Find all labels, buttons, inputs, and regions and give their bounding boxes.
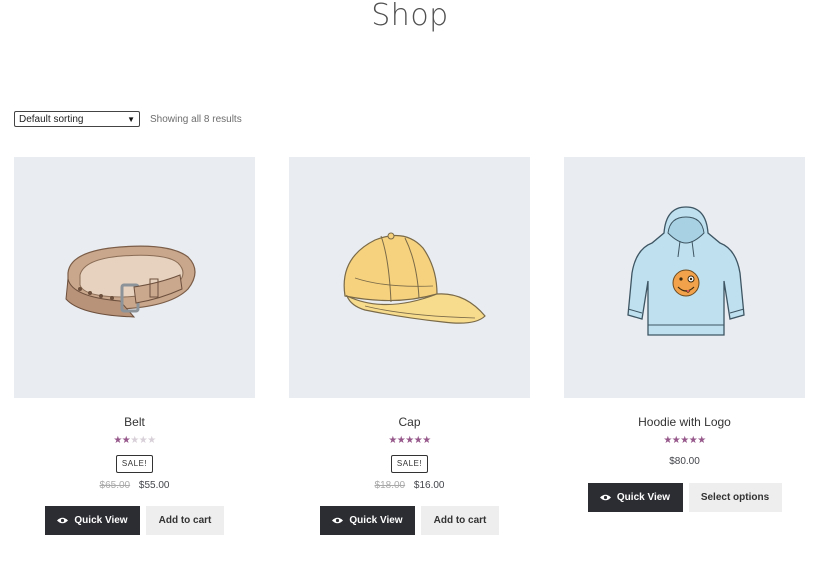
old-price: $18.00 [374, 480, 406, 491]
product-card-belt: Belt ★★★★★ SALE! $65.00 $55.00 Quick Vie… [14, 157, 255, 535]
star-rating: ★★★★★ [564, 435, 805, 447]
star-filled-icon: ★ [388, 435, 397, 446]
star-filled-icon: ★ [697, 435, 706, 446]
star-empty-icon: ★ [138, 435, 148, 446]
sale-price: $55.00 [138, 480, 170, 491]
add-to-cart-button[interactable]: Add to cart [421, 506, 499, 535]
product-price: $80.00 [564, 456, 805, 468]
product-price: $18.00 $16.00 [289, 480, 530, 492]
quick-view-label: Quick View [349, 515, 403, 526]
cap-image [343, 232, 486, 324]
star-filled-icon: ★ [422, 435, 431, 446]
star-filled-icon: ★ [413, 435, 423, 446]
star-filled-icon: ★ [396, 435, 406, 446]
sort-select-value: Default sorting [19, 113, 84, 125]
product-image-hoodie[interactable] [564, 157, 805, 398]
sale-badge: SALE! [390, 455, 429, 473]
star-filled-icon: ★ [680, 435, 689, 446]
product-image-cap[interactable] [289, 157, 530, 398]
star-filled-icon: ★ [663, 435, 672, 446]
star-filled-icon: ★ [121, 435, 131, 446]
product-title[interactable]: Hoodie with Logo [564, 415, 805, 429]
regular-price: $80.00 [669, 456, 700, 467]
old-price: $65.00 [99, 480, 131, 491]
result-count: Showing all 8 results [150, 113, 242, 125]
hoodie-image [626, 205, 745, 336]
star-filled-icon: ★ [688, 435, 698, 446]
product-image-belt[interactable] [14, 157, 255, 398]
page-title: Shop [371, 0, 449, 33]
product-price: $65.00 $55.00 [14, 480, 255, 492]
star-empty-icon: ★ [130, 435, 139, 446]
belt-image [64, 245, 196, 318]
select-options-button[interactable]: Select options [688, 483, 782, 512]
product-card-cap: Cap ★★★★★ SALE! $18.00 $16.00 Quick View… [289, 157, 530, 535]
shop-toolbar: Default sorting ▼ Showing all 8 results [14, 110, 242, 128]
quick-view-button[interactable]: Quick View [45, 506, 140, 535]
eye-icon [332, 517, 344, 524]
quick-view-button[interactable]: Quick View [320, 506, 415, 535]
product-title[interactable]: Belt [14, 415, 255, 429]
triangle-down-icon: ▼ [127, 114, 135, 124]
add-to-cart-button[interactable]: Add to cart [146, 506, 224, 535]
star-rating: ★★★★★ [14, 435, 255, 447]
product-title[interactable]: Cap [289, 415, 530, 429]
sale-badge: SALE! [115, 455, 154, 473]
star-filled-icon: ★ [113, 435, 122, 446]
quick-view-button[interactable]: Quick View [587, 483, 683, 512]
product-card-hoodie-with-logo: Hoodie with Logo ★★★★★ $80.00 Quick View… [564, 157, 805, 512]
star-empty-icon: ★ [147, 435, 156, 446]
eye-icon [57, 517, 69, 524]
sort-select[interactable]: Default sorting ▼ [14, 111, 140, 127]
eye-icon [599, 494, 611, 501]
star-filled-icon: ★ [671, 435, 681, 446]
quick-view-label: Quick View [616, 492, 671, 503]
star-filled-icon: ★ [405, 435, 414, 446]
star-rating: ★★★★★ [289, 435, 530, 447]
quick-view-label: Quick View [74, 515, 128, 526]
sale-price: $16.00 [413, 480, 445, 491]
